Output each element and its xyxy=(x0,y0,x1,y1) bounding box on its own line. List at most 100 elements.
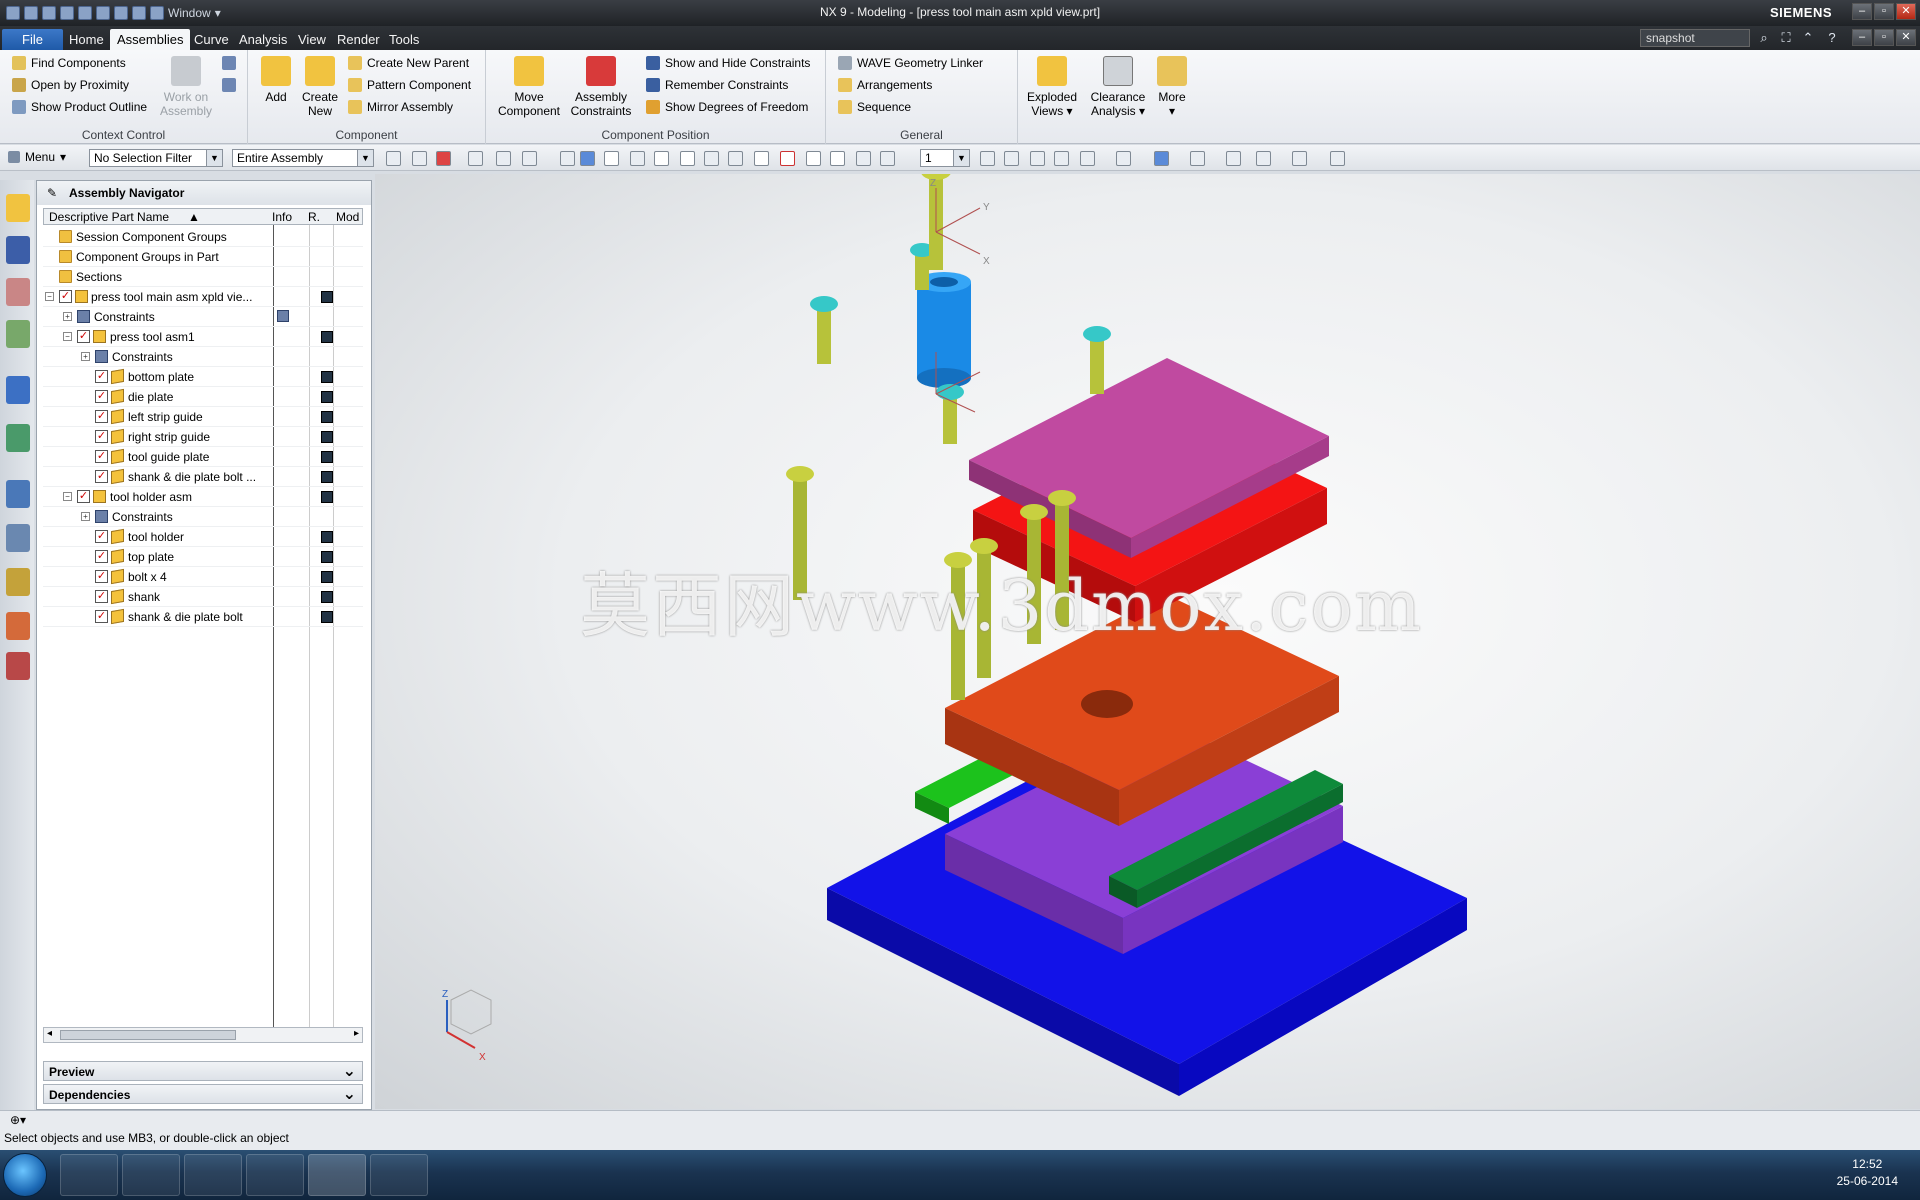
horizontal-scrollbar[interactable]: ◂ ▸ xyxy=(43,1027,363,1043)
intersection-icon[interactable] xyxy=(806,151,821,166)
scroll-right-icon[interactable]: ▸ xyxy=(354,1028,359,1039)
point-icon[interactable] xyxy=(880,151,895,166)
expand-icon[interactable]: + xyxy=(81,512,90,521)
visibility-checkbox[interactable]: ✓ xyxy=(95,590,108,603)
maximize-button[interactable]: ▫ xyxy=(1874,3,1894,20)
on-curve-icon[interactable] xyxy=(830,151,845,166)
tree-row[interactable]: Session Component Groups xyxy=(43,227,363,247)
taskbar-app-ie[interactable] xyxy=(122,1154,180,1196)
snap-icon[interactable] xyxy=(386,151,401,166)
tree-row[interactable]: − ✓ press tool asm1 xyxy=(43,327,363,347)
hd3d-tools-icon[interactable] xyxy=(6,376,30,404)
system-scenes-icon[interactable] xyxy=(6,652,30,680)
scope-select[interactable]: Entire Assembly xyxy=(232,149,374,167)
mirror-assembly-button[interactable]: Mirror Assembly xyxy=(348,100,453,114)
tree-row[interactable]: ✓ left strip guide xyxy=(43,407,363,427)
tree-row[interactable]: + Constraints xyxy=(43,507,363,527)
tree-row[interactable]: ✓ bottom plate xyxy=(43,367,363,387)
tree-row[interactable]: − ✓ press tool main asm xpld vie... xyxy=(43,287,363,307)
snap-point-icon[interactable] xyxy=(604,151,619,166)
tree-row[interactable]: ✓ shank xyxy=(43,587,363,607)
visibility-checkbox[interactable]: ✓ xyxy=(95,530,108,543)
roles-icon[interactable] xyxy=(6,612,30,640)
column-info[interactable]: Info xyxy=(272,210,292,224)
column-mod[interactable]: Mod xyxy=(336,210,359,224)
show-hide-constraints-button[interactable]: Show and Hide Constraints xyxy=(646,56,810,70)
add-button[interactable]: Add xyxy=(256,56,296,104)
tab-tools[interactable]: Tools xyxy=(382,29,426,50)
clearance-analysis-button[interactable]: Clearance Analysis ▾ xyxy=(1086,56,1150,118)
taskbar-app-paint[interactable] xyxy=(60,1154,118,1196)
visibility-checkbox[interactable]: ✓ xyxy=(59,290,72,303)
taskbar-app-acrobat[interactable] xyxy=(246,1154,304,1196)
exploded-views-button[interactable]: Exploded Views ▾ xyxy=(1024,56,1080,118)
find-components-button[interactable]: Find Components xyxy=(12,56,126,70)
constraint-navigator-icon[interactable] xyxy=(6,236,30,264)
line-icon[interactable] xyxy=(654,151,669,166)
lasso-icon[interactable] xyxy=(496,151,511,166)
rectangle-icon[interactable] xyxy=(522,151,537,166)
more-button[interactable]: More ▾ xyxy=(1152,56,1192,118)
show-product-outline-button[interactable]: Show Product Outline xyxy=(12,100,147,114)
cue-line-icon[interactable]: ⊕▾ xyxy=(10,1113,26,1127)
measure-icon[interactable] xyxy=(1292,151,1307,166)
preview-panel[interactable]: Preview xyxy=(43,1061,363,1081)
tree-row[interactable]: ✓ top plate xyxy=(43,547,363,567)
tab-assemblies[interactable]: Assemblies xyxy=(110,29,191,50)
tree-row[interactable]: ✓ shank & die plate bolt xyxy=(43,607,363,627)
view-triad-icon[interactable] xyxy=(1154,151,1169,166)
tab-home[interactable]: Home xyxy=(62,29,111,50)
render-style-icon[interactable] xyxy=(1080,151,1095,166)
swap-icon[interactable] xyxy=(222,56,236,70)
move-component-button[interactable]: Move Component xyxy=(496,56,562,118)
tree-row[interactable]: − ✓ tool holder asm xyxy=(43,487,363,507)
assembly-navigator-icon[interactable] xyxy=(6,194,30,222)
create-new-button[interactable]: Create New xyxy=(300,56,340,118)
collapse-icon[interactable]: − xyxy=(63,492,72,501)
tab-analysis[interactable]: Analysis xyxy=(232,29,294,50)
visibility-checkbox[interactable]: ✓ xyxy=(95,470,108,483)
select-all-icon[interactable] xyxy=(436,151,451,166)
assembly-load-icon[interactable] xyxy=(1226,151,1241,166)
selection-filter-select[interactable]: No Selection Filter xyxy=(89,149,223,167)
visibility-checkbox[interactable]: ✓ xyxy=(95,570,108,583)
process-studio-icon[interactable] xyxy=(6,568,30,596)
midpoint-icon[interactable] xyxy=(680,151,695,166)
visibility-checkbox[interactable]: ✓ xyxy=(95,370,108,383)
tree-row[interactable]: + Constraints xyxy=(43,307,363,327)
doc-close-button[interactable]: ✕ xyxy=(1896,29,1916,46)
tree-row[interactable]: Sections xyxy=(43,267,363,287)
dependencies-panel[interactable]: Dependencies xyxy=(43,1084,363,1104)
visibility-checkbox[interactable]: ✓ xyxy=(95,390,108,403)
taskbar-app-explorer[interactable] xyxy=(184,1154,242,1196)
tree-row[interactable]: ✓ right strip guide xyxy=(43,427,363,447)
pan-icon[interactable] xyxy=(1004,151,1019,166)
tangent-icon[interactable] xyxy=(728,151,743,166)
command-search-input[interactable]: snapshot xyxy=(1640,29,1750,47)
start-button[interactable] xyxy=(3,1153,47,1197)
tree-row[interactable]: ✓ tool guide plate xyxy=(43,447,363,467)
create-new-parent-button[interactable]: Create New Parent xyxy=(348,56,469,70)
layer-select[interactable]: 1 xyxy=(920,149,970,167)
curve-icon[interactable] xyxy=(704,151,719,166)
arrangements-button[interactable]: Arrangements xyxy=(838,78,932,92)
sequence-button[interactable]: Sequence xyxy=(838,100,911,114)
taskbar-app-nx[interactable] xyxy=(308,1154,366,1196)
zoom-icon[interactable] xyxy=(980,151,995,166)
pattern-component-button[interactable]: Pattern Component xyxy=(348,78,471,92)
deselect-icon[interactable] xyxy=(468,151,483,166)
collapse-icon[interactable]: − xyxy=(45,292,54,301)
sort-ascending-icon[interactable]: ▲ xyxy=(188,210,200,224)
remember-constraints-button[interactable]: Remember Constraints xyxy=(646,78,788,92)
endpoint-icon[interactable] xyxy=(630,151,645,166)
visibility-checkbox[interactable]: ✓ xyxy=(95,610,108,623)
collapse-icon[interactable]: − xyxy=(63,332,72,341)
settings-icon[interactable] xyxy=(1330,151,1345,166)
tree-row[interactable]: + Constraints xyxy=(43,347,363,367)
replace-icon[interactable] xyxy=(222,78,236,92)
tree-row[interactable]: ✓ tool holder xyxy=(43,527,363,547)
center-icon[interactable] xyxy=(754,151,769,166)
on-face-icon[interactable] xyxy=(856,151,871,166)
tree-row[interactable]: ✓ bolt x 4 xyxy=(43,567,363,587)
tab-file[interactable]: File xyxy=(2,29,63,50)
